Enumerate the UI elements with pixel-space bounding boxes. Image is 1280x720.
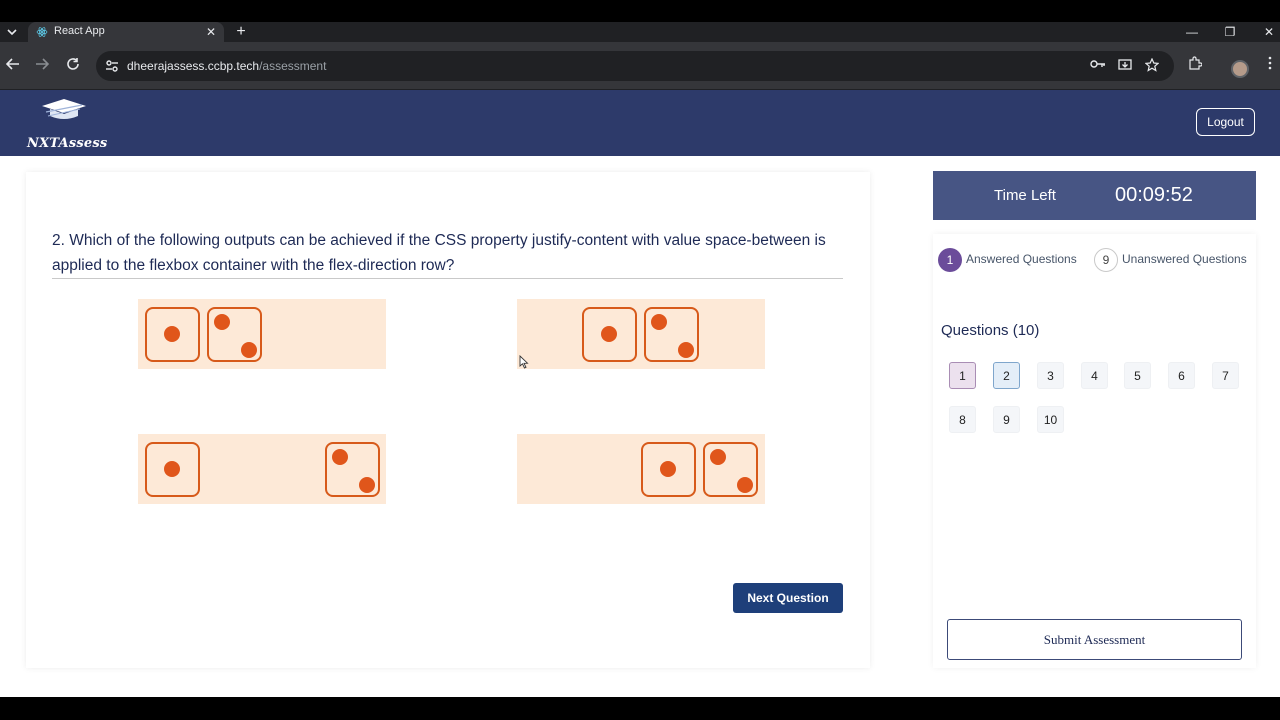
- die-dot: [660, 461, 676, 477]
- die-one: [582, 307, 637, 362]
- question-number-button[interactable]: 8: [949, 406, 976, 433]
- timer-label: Time Left: [994, 187, 1056, 204]
- minimize-button[interactable]: —: [1180, 24, 1204, 40]
- question-number-button[interactable]: 4: [1081, 362, 1108, 389]
- question-number-button[interactable]: 1: [949, 362, 976, 389]
- question-text: 2. Which of the following outputs can be…: [52, 232, 826, 274]
- more-menu-icon[interactable]: [1260, 56, 1280, 76]
- question-number-button[interactable]: 7: [1212, 362, 1239, 389]
- die-dot: [214, 314, 230, 330]
- questions-heading: Questions (10): [941, 322, 1040, 339]
- unanswered-count-badge: 9: [1094, 248, 1118, 272]
- new-tab-button[interactable]: +: [232, 23, 250, 41]
- forward-arrow-icon[interactable]: [32, 56, 52, 76]
- die-dot: [164, 326, 180, 342]
- bookmark-star-icon[interactable]: [1143, 57, 1161, 74]
- die-one: [145, 307, 200, 362]
- top-black-strip: [0, 0, 1280, 22]
- tab-title: React App: [54, 25, 105, 37]
- die-dot: [678, 342, 694, 358]
- profile-avatar[interactable]: [1231, 60, 1249, 78]
- browser-tab-bar: React App ✕ + — ❐ ✕: [0, 22, 1280, 42]
- browser-tab-active[interactable]: React App ✕: [28, 22, 224, 42]
- question-number-button[interactable]: 2: [993, 362, 1020, 389]
- answered-count-badge: 1: [938, 248, 962, 272]
- url-path: /assessment: [259, 59, 327, 73]
- answer-option-4[interactable]: [517, 434, 765, 504]
- restore-button[interactable]: ❐: [1218, 24, 1242, 40]
- die-dot: [164, 461, 180, 477]
- url-text: dheerajassess.ccbp.tech/assessment: [127, 59, 326, 73]
- question-number-button[interactable]: 9: [993, 406, 1020, 433]
- question-card: 2. Which of the following outputs can be…: [26, 172, 870, 668]
- submit-assessment-button[interactable]: Submit Assessment: [947, 619, 1242, 660]
- die-dot: [651, 314, 667, 330]
- die-dot: [737, 477, 753, 493]
- die-two: [325, 442, 380, 497]
- question-number-button[interactable]: 10: [1037, 406, 1064, 433]
- timer-value: 00:09:52: [1115, 184, 1193, 206]
- extensions-puzzle-icon[interactable]: [1185, 56, 1205, 76]
- app-header: NXTAssess Logout: [0, 90, 1280, 156]
- reload-icon[interactable]: [63, 56, 83, 76]
- die-one: [641, 442, 696, 497]
- address-bar[interactable]: dheerajassess.ccbp.tech/assessment: [96, 51, 1174, 81]
- question-divider: [52, 278, 843, 279]
- assessment-page: 2. Which of the following outputs can be…: [0, 156, 1280, 697]
- answer-option-2[interactable]: [517, 299, 765, 369]
- answer-option-1[interactable]: [138, 299, 386, 369]
- site-settings-icon[interactable]: [104, 58, 120, 74]
- answer-option-3[interactable]: [138, 434, 386, 504]
- install-app-icon[interactable]: [1116, 58, 1134, 74]
- logout-button[interactable]: Logout: [1196, 108, 1255, 136]
- answered-label: Answered Questions: [966, 252, 1077, 266]
- back-arrow-icon[interactable]: [3, 56, 23, 76]
- question-number-button[interactable]: 6: [1168, 362, 1195, 389]
- graduation-cap-logo-icon: [42, 99, 86, 119]
- react-logo-icon: [36, 27, 48, 37]
- die-two: [703, 442, 758, 497]
- tab-search-dropdown-icon[interactable]: [2, 23, 22, 41]
- die-one: [145, 442, 200, 497]
- die-dot: [241, 342, 257, 358]
- bottom-black-strip: [0, 697, 1280, 720]
- die-two: [644, 307, 699, 362]
- die-dot: [359, 477, 375, 493]
- close-window-button[interactable]: ✕: [1257, 24, 1280, 40]
- next-question-button[interactable]: Next Question: [733, 583, 843, 613]
- timer-panel: Time Left 00:09:52: [933, 171, 1256, 220]
- url-host: dheerajassess.ccbp.tech: [127, 59, 260, 73]
- die-two: [207, 307, 262, 362]
- die-dot: [601, 326, 617, 342]
- unanswered-label: Unanswered Questions: [1122, 252, 1247, 266]
- die-dot: [710, 449, 726, 465]
- question-navigator: 1 Answered Questions 9 Unanswered Questi…: [933, 234, 1256, 668]
- logo-text: NXTAssess: [27, 136, 108, 151]
- question-number-button[interactable]: 3: [1037, 362, 1064, 389]
- password-key-icon[interactable]: [1089, 58, 1107, 74]
- question-number-button[interactable]: 5: [1124, 362, 1151, 389]
- tab-close-icon[interactable]: ✕: [204, 25, 218, 39]
- die-dot: [332, 449, 348, 465]
- browser-toolbar: dheerajassess.ccbp.tech/assessment: [0, 42, 1280, 90]
- mouse-cursor-icon: [519, 355, 529, 369]
